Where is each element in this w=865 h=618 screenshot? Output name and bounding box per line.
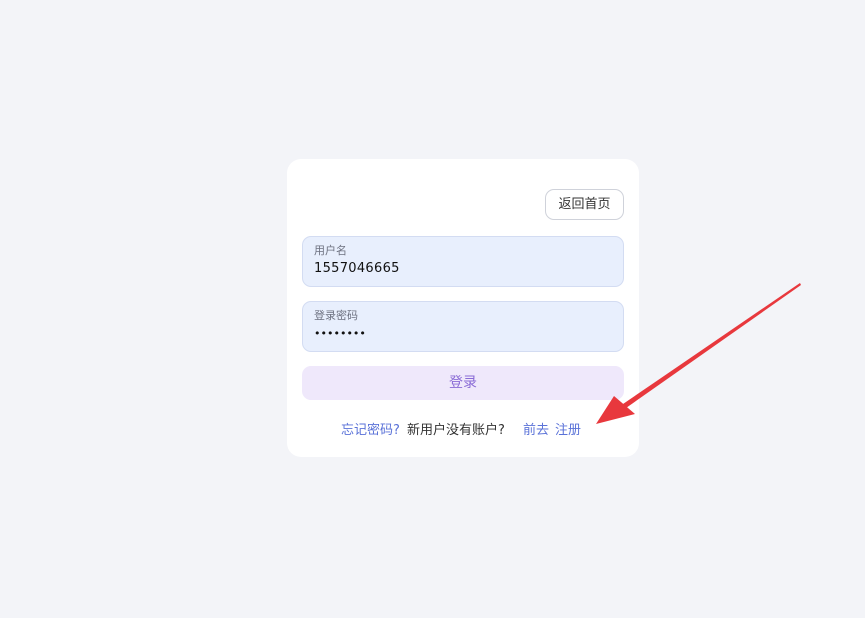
username-input[interactable] bbox=[314, 259, 609, 279]
footer-links: 忘记密码? 新用户没有账户? 前去 注册 bbox=[287, 421, 639, 441]
login-button[interactable]: 登录 bbox=[302, 366, 624, 400]
username-label: 用户名 bbox=[314, 244, 347, 257]
no-account-text: 新用户没有账户? bbox=[407, 423, 505, 438]
register-link[interactable]: 注册 bbox=[555, 421, 581, 441]
login-card: 返回首页 用户名 登录密码 登录 忘记密码? 新用户没有账户? 前去 注册 bbox=[287, 159, 639, 457]
password-label: 登录密码 bbox=[314, 309, 358, 322]
password-input[interactable] bbox=[314, 324, 609, 344]
forgot-password-link[interactable]: 忘记密码? bbox=[341, 421, 400, 441]
username-field[interactable]: 用户名 bbox=[302, 236, 624, 287]
password-field[interactable]: 登录密码 bbox=[302, 301, 624, 352]
arrow-shaft bbox=[623, 283, 801, 408]
back-to-home-button[interactable]: 返回首页 bbox=[545, 189, 624, 220]
page: 返回首页 用户名 登录密码 登录 忘记密码? 新用户没有账户? 前去 注册 bbox=[0, 0, 865, 618]
go-link[interactable]: 前去 bbox=[523, 421, 549, 441]
